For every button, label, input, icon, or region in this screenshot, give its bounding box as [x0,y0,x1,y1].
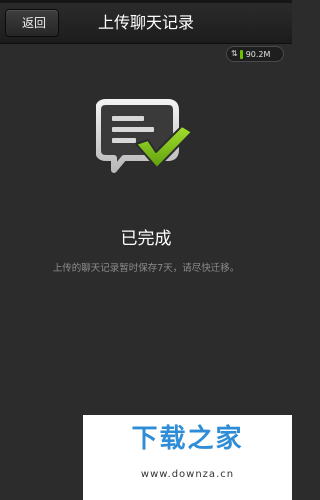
back-button[interactable]: 返回 [5,9,59,37]
watermark: 下载之家 www.downza.cn [83,415,292,500]
battery-level-icon [239,49,243,59]
status-note: 上传的聊天记录暂时保存7天，请尽快迁移。 [52,263,240,274]
chat-document-checkmark-icon [96,99,193,173]
watermark-url: www.downza.cn [140,469,235,480]
status-title: 已完成 [120,229,172,249]
up-down-arrows-icon: ⇅ [231,49,238,58]
watermark-logo: 下载之家 [131,424,244,454]
traffic-value: 90.2M [245,49,271,59]
traffic-badge: ⇅ 90.2M [226,46,284,62]
back-button-label: 返回 [21,16,46,30]
title-bar: 返回 上传聊天记录 [0,3,292,44]
